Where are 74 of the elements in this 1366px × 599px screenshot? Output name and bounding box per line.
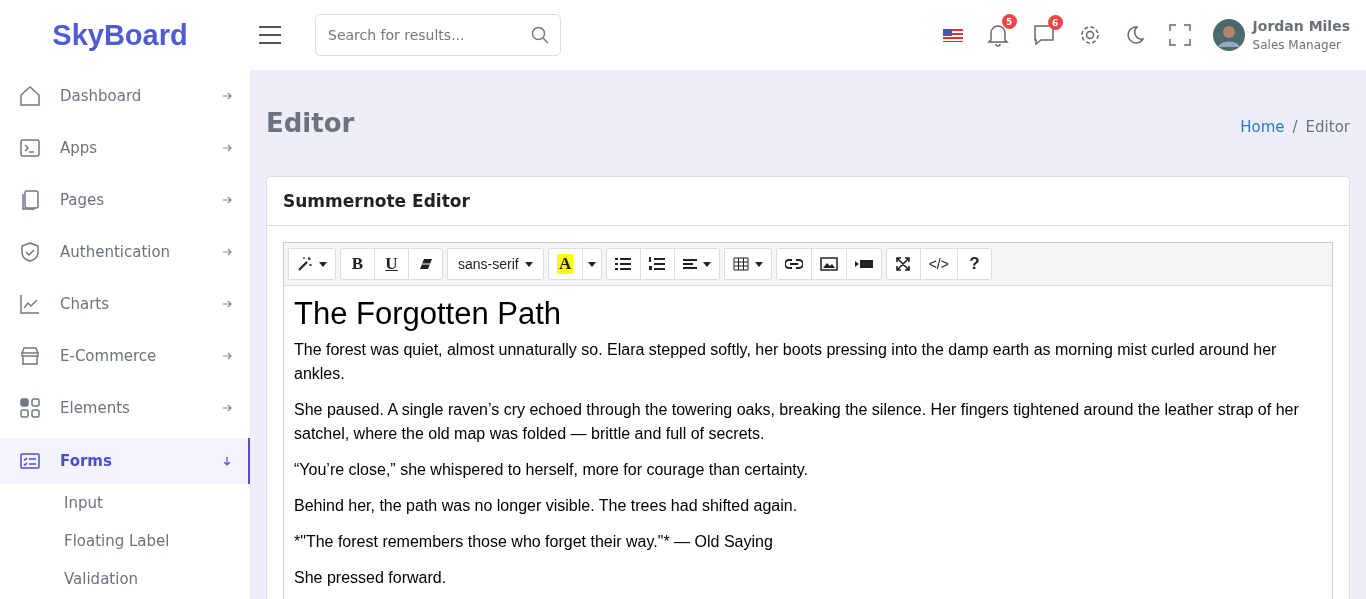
paragraph: Behind her, the path was no longer visible. The trees had shifted again. [294,496,799,516]
notification-count: 5 [1001,14,1017,29]
pages-icon [19,189,41,211]
message-count: 6 [1047,15,1063,30]
eraser-icon [418,258,433,270]
eraser-button[interactable] [408,248,443,280]
video-button[interactable] [845,248,882,280]
document-heading: The Forgotten Path [294,296,563,332]
sidebar-item[interactable]: Charts [0,278,250,330]
table-button[interactable] [723,248,772,280]
table-icon [732,257,749,271]
picture-icon [819,257,838,271]
text-button[interactable]: sans-serif [447,248,544,280]
moon-icon[interactable] [1124,25,1145,45]
link-button[interactable] [775,248,812,280]
code-button[interactable]: </> [919,248,958,280]
sidebar-item[interactable]: Authentication [0,226,250,278]
fullscreen-icon[interactable] [1168,24,1191,46]
chat-icon[interactable] [1032,24,1055,46]
video-icon [854,259,873,269]
bullet-list-icon [615,257,632,271]
bell-icon[interactable] [986,23,1009,47]
paragraph: “You’re close,” she whispered to herself, more for courage than certainty. [294,460,810,480]
align-button[interactable] [673,248,720,280]
home-icon [19,85,41,107]
breadcrumb-current: Editor [1305,118,1350,136]
ol-button[interactable] [639,248,675,280]
flag-icon[interactable] [942,28,963,42]
link-icon [784,259,803,269]
grid-icon [19,397,41,419]
breadcrumb-link[interactable]: Home [1240,118,1285,136]
breadcrumb-separator: / [1292,118,1298,136]
card-title: Summernote Editor [283,191,470,211]
store-icon [19,345,41,367]
bold-button[interactable]: B [340,248,375,280]
user-name: Jordan Miles [1252,18,1350,34]
paragraph: She pressed forward. [294,568,448,588]
sidebar-subitem[interactable]: Input [0,484,250,522]
avatar-icon[interactable] [1212,19,1245,51]
settings-icon[interactable] [1078,24,1101,46]
magic-button[interactable] [288,248,336,280]
sidebar-item[interactable]: E-Commerce [0,330,250,382]
picture-button[interactable] [810,248,847,280]
paragraph: She paused. A single raven’s cry echoed through the towering oaks, breaking the silence. Her fingers tightened around the leather strap of her satchel, where the old map was folded — brittle and full of secrets. [294,400,1300,444]
color-button[interactable]: A [547,248,583,280]
terminal-icon [19,137,41,159]
sidebar-item[interactable]: Elements [0,382,250,434]
sidebar-item[interactable]: Apps [0,122,250,174]
sidebar-subitem[interactable]: Validation [0,560,250,598]
brand-logo[interactable]: SkyBoard [52,18,188,52]
align-icon [682,258,697,270]
sidebar-subitem[interactable]: Floating Label [0,522,250,560]
menu-icon[interactable] [258,25,282,45]
caret-button[interactable] [581,248,602,280]
underline-button[interactable]: U [374,248,409,280]
shield-icon [19,241,41,263]
sidebar-item[interactable]: Pages [0,174,250,226]
paragraph: The forest was quiet, almost unnaturally so. Elara stepped softly, her boots pressing into the damp earth as morning mist curled around her ankles. [294,340,1278,384]
search-icon[interactable] [531,26,549,44]
search-field[interactable]: Search for results... [315,14,561,56]
expand-icon [896,257,911,271]
sidebar-item[interactable]: Forms [0,438,250,484]
caret-icon [587,261,596,267]
wand-icon [297,256,313,272]
paragraph: *"The forest remembers those who forget their way."* — Old Saying [294,532,774,552]
fullscreen-button[interactable] [885,248,921,280]
user-role: Sales Manager [1252,38,1342,52]
help-button[interactable]: ? [956,248,992,280]
numbered-list-icon [649,257,666,271]
chart-icon [19,293,41,315]
sidebar-item[interactable]: Dashboard [0,70,250,122]
page-title: Editor [266,108,355,138]
ul-button[interactable] [605,248,641,280]
form-icon [19,450,41,472]
